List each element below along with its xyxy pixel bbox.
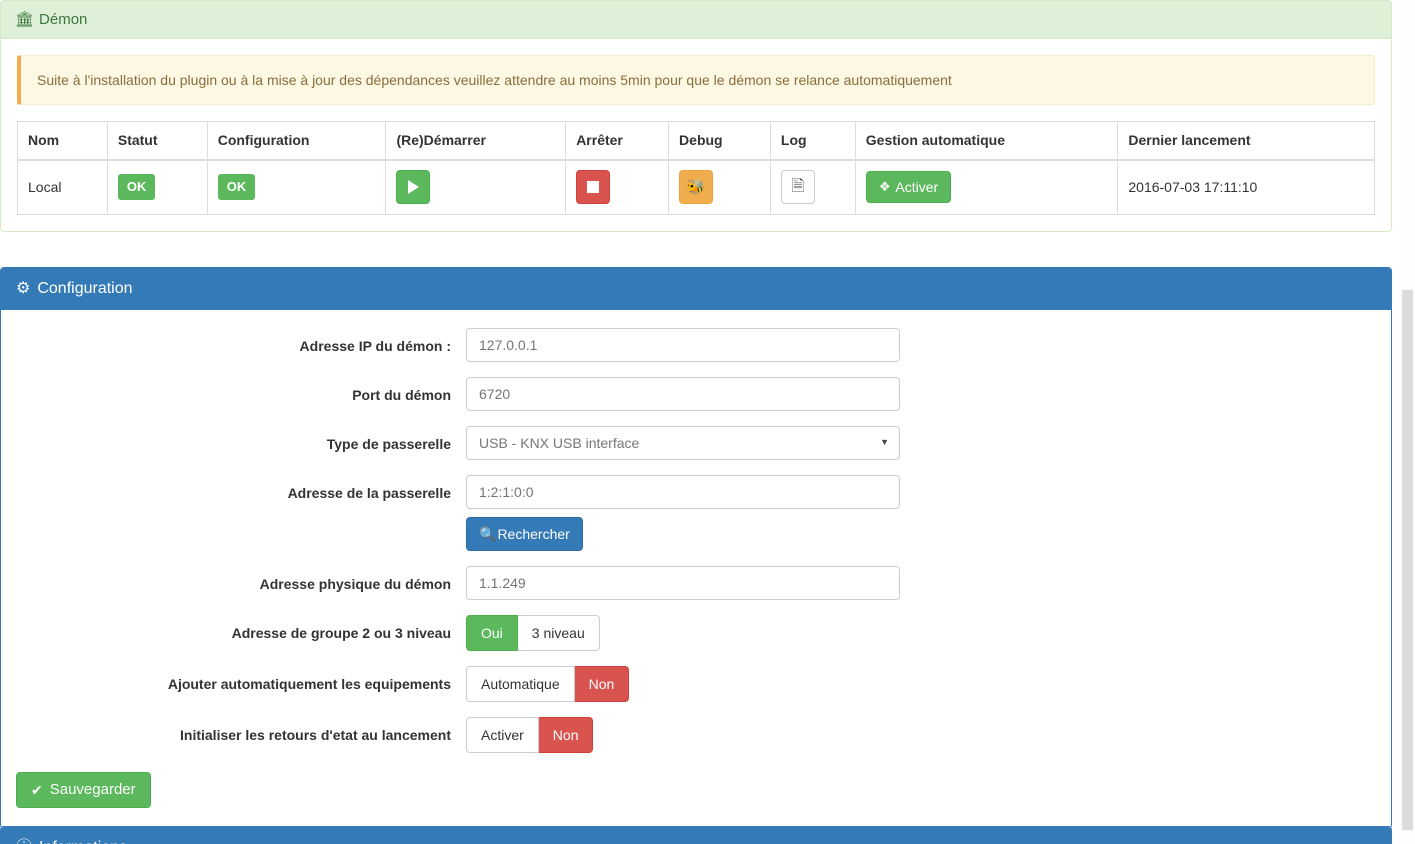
activate-auto-management-button[interactable]: ❖ Activer xyxy=(865,171,952,204)
gateway-type-select-wrap: USB - KNX USB interface xyxy=(466,426,900,460)
cell-gestion-automatique: ❖ Activer xyxy=(854,159,1119,215)
search-gateway-button[interactable]: 🔍 Rechercher xyxy=(466,517,583,551)
table-header-configuration: Configuration xyxy=(206,121,387,161)
init-states-option-non[interactable]: Non xyxy=(538,717,594,753)
gears-icon: ⚙ xyxy=(16,280,31,297)
table-header-row: Nom Statut Configuration (Re)Démarrer Ar… xyxy=(17,121,1375,161)
table-header-arreter: Arrêter xyxy=(565,121,670,161)
activate-button-label: Activer xyxy=(895,179,939,196)
field-row-auto-add: Ajouter automatiquement les equipements … xyxy=(16,666,1376,702)
magic-wand-icon: ❖ xyxy=(878,179,891,195)
init-states-option-activer[interactable]: Activer xyxy=(466,717,539,753)
label-physical-address: Adresse physique du démon xyxy=(259,576,451,592)
daemon-panel-body: Suite à l'installation du plugin ou à la… xyxy=(1,39,1391,231)
label-gateway-address: Adresse de la passerelle xyxy=(287,485,451,501)
label-group-level: Adresse de groupe 2 ou 3 niveau xyxy=(231,625,451,641)
table-header-redemarrer: (Re)Démarrer xyxy=(385,121,567,161)
bank-icon: 🏛 xyxy=(15,11,35,28)
save-button[interactable]: ✔ Sauvegarder xyxy=(16,772,151,808)
stop-icon xyxy=(587,181,600,194)
gateway-address-input[interactable] xyxy=(466,475,900,509)
log-button[interactable]: 🗎 xyxy=(780,170,815,205)
cell-redemarrer xyxy=(385,159,567,215)
label-port: Port du démon xyxy=(352,387,451,403)
configuration-panel-title: Configuration xyxy=(37,280,133,297)
table-header-dernier-lancement: Dernier lancement xyxy=(1117,121,1375,161)
debug-daemon-button[interactable]: 🐝 xyxy=(679,170,714,205)
auto-add-toggle: Automatique Non xyxy=(466,666,630,702)
group-level-toggle: Oui 3 niveau xyxy=(466,615,600,651)
init-states-toggle: Activer Non xyxy=(466,717,594,753)
label-init-states: Initialiser les retours d'etat au lancem… xyxy=(180,727,451,743)
field-row-physical-address: Adresse physique du démon xyxy=(16,566,1376,600)
daemon-panel-title: Démon xyxy=(39,11,88,28)
restart-daemon-button[interactable] xyxy=(396,170,431,205)
auto-add-option-automatique[interactable]: Automatique xyxy=(466,666,575,702)
status-badge: OK xyxy=(117,174,156,201)
page-scrollbar[interactable] xyxy=(1400,0,1415,844)
page-scrollbar-thumb[interactable] xyxy=(1402,290,1413,830)
table-header-debug: Debug xyxy=(668,121,771,161)
cell-nom: Local xyxy=(17,159,108,215)
table-header-nom: Nom xyxy=(17,121,108,161)
informations-panel-title: Informations xyxy=(39,839,127,844)
field-row-gateway-address: Adresse de la passerelle 🔍Rechercher xyxy=(16,475,1376,551)
field-row-ip: Adresse IP du démon : xyxy=(16,328,1376,362)
play-icon xyxy=(407,180,419,195)
label-gateway-type: Type de passerelle xyxy=(326,436,451,452)
table-header-gestion-automatique: Gestion automatique xyxy=(854,121,1119,161)
info-circle-icon: ⓘ xyxy=(16,839,32,844)
cell-log: 🗎 xyxy=(769,159,856,215)
group-level-option-3niveau[interactable]: 3 niveau xyxy=(517,615,600,651)
field-row-group-level: Adresse de groupe 2 ou 3 niveau Oui 3 ni… xyxy=(16,615,1376,651)
save-button-label: Sauvegarder xyxy=(49,781,136,798)
physical-address-input[interactable] xyxy=(466,566,900,600)
auto-add-option-non[interactable]: Non xyxy=(574,666,630,702)
bug-icon: 🐝 xyxy=(686,178,706,196)
label-ip: Adresse IP du démon : xyxy=(299,338,451,354)
cell-statut: OK xyxy=(106,159,208,215)
configuration-panel-body: Adresse IP du démon : Port du démon Type… xyxy=(1,310,1391,828)
page-root: 🏛 Démon Suite à l'installation du plugin … xyxy=(0,0,1415,844)
table-header-statut: Statut xyxy=(106,121,208,161)
gateway-type-select[interactable]: USB - KNX USB interface xyxy=(466,426,900,460)
ip-input[interactable] xyxy=(466,328,900,362)
configuration-panel-header: ⚙ Configuration xyxy=(1,268,1391,310)
configuration-badge: OK xyxy=(217,174,256,201)
file-icon: 🗎 xyxy=(791,178,805,196)
cell-dernier-lancement: 2016-07-03 17:11:10 xyxy=(1117,159,1375,215)
field-row-port: Port du démon xyxy=(16,377,1376,411)
daemon-table: Nom Statut Configuration (Re)Démarrer Ar… xyxy=(17,121,1375,215)
field-row-init-states: Initialiser les retours d'etat au lancem… xyxy=(16,717,1376,753)
group-level-option-oui[interactable]: Oui xyxy=(466,615,518,651)
stop-daemon-button[interactable] xyxy=(576,170,611,205)
informations-panel: ⓘ Informations xyxy=(0,826,1392,844)
search-button-label: Rechercher xyxy=(497,526,570,542)
cell-debug: 🐝 xyxy=(668,159,771,215)
daemon-panel: 🏛 Démon Suite à l'installation du plugin … xyxy=(0,0,1392,232)
table-header-log: Log xyxy=(769,121,856,161)
search-icon: 🔍 xyxy=(479,526,497,542)
informations-panel-header: ⓘ Informations xyxy=(1,827,1391,844)
cell-configuration: OK xyxy=(206,159,387,215)
daemon-panel-header: 🏛 Démon xyxy=(1,1,1391,39)
label-auto-add: Ajouter automatiquement les equipements xyxy=(167,676,451,692)
port-input[interactable] xyxy=(466,377,900,411)
check-circle-icon: ✔ xyxy=(31,782,43,798)
configuration-panel: ⚙ Configuration Adresse IP du démon : Por… xyxy=(0,267,1392,829)
field-row-gateway-type: Type de passerelle USB - KNX USB interfa… xyxy=(16,426,1376,460)
table-row: Local OK OK 🐝 🗎 ❖ Activer 2016-07-03 17:… xyxy=(17,159,1375,215)
cell-arreter xyxy=(565,159,670,215)
daemon-warning-alert: Suite à l'installation du plugin ou à la… xyxy=(17,55,1375,105)
